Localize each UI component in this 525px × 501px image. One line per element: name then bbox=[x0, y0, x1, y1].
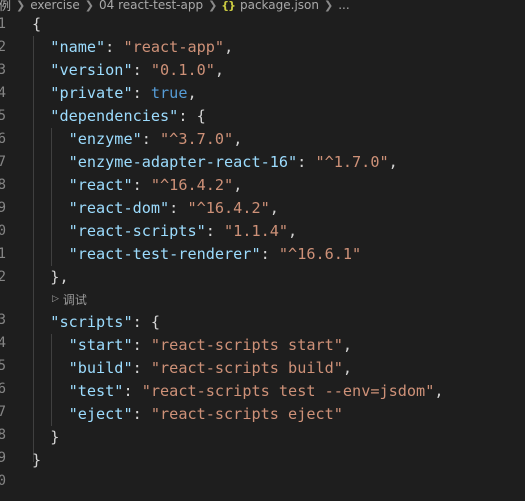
line-number: 20 bbox=[0, 473, 6, 489]
json-string: "1.1.4" bbox=[224, 222, 289, 240]
code-line[interactable]: "test": "react-scripts test --env=jsdom"… bbox=[32, 380, 444, 403]
json-string: "react-scripts eject" bbox=[150, 405, 343, 423]
json-key: "scripts" bbox=[50, 313, 133, 331]
json-key: "dependencies" bbox=[50, 107, 179, 125]
chevron-right-icon: ❯ bbox=[208, 0, 218, 12]
line-number: 19 bbox=[0, 450, 6, 466]
code-line[interactable]: } bbox=[32, 449, 41, 472]
json-string: "react-scripts start" bbox=[150, 336, 343, 354]
code-line[interactable]: "scripts": { bbox=[32, 311, 160, 334]
debug-codelens[interactable]: ▷ 调试 bbox=[52, 289, 87, 309]
json-string: "0.1.0" bbox=[150, 61, 215, 79]
code-line[interactable]: "enzyme-adapter-react-16": "^1.7.0", bbox=[32, 151, 398, 174]
line-number: 10 bbox=[0, 223, 6, 239]
line-number: 18 bbox=[0, 427, 6, 443]
json-key: "eject" bbox=[68, 405, 133, 423]
line-number: 17 bbox=[0, 404, 6, 420]
chevron-right-icon: ❯ bbox=[16, 0, 26, 12]
code-line[interactable]: "build": "react-scripts build", bbox=[32, 357, 353, 380]
code-line[interactable]: "react": "^16.4.2", bbox=[32, 174, 243, 197]
json-key: "version" bbox=[50, 61, 133, 79]
json-string: "^16.4.2" bbox=[150, 176, 234, 194]
line-number: 13 bbox=[0, 312, 6, 328]
json-string: "react-app" bbox=[123, 38, 225, 56]
code-line[interactable]: "name": "react-app", bbox=[32, 36, 233, 59]
json-key: "react" bbox=[68, 176, 133, 194]
json-key: "enzyme-adapter-react-16" bbox=[68, 153, 298, 171]
line-number: 5 bbox=[0, 108, 6, 124]
json-key: "test" bbox=[68, 382, 124, 400]
debug-codelens-label: 调试 bbox=[62, 292, 87, 307]
line-number: 7 bbox=[0, 154, 6, 170]
json-key: "react-scripts" bbox=[68, 222, 206, 240]
code-line[interactable]: "version": "0.1.0", bbox=[32, 59, 224, 82]
breadcrumb: 例 ❯ exercise ❯ 04 react-test-app ❯ {} pa… bbox=[0, 0, 525, 13]
json-key: "build" bbox=[68, 359, 133, 377]
json-brace: } bbox=[32, 451, 42, 469]
line-number: 14 bbox=[0, 335, 6, 351]
code-line[interactable]: "private": true, bbox=[32, 82, 196, 105]
code-line[interactable]: { bbox=[32, 13, 41, 36]
json-boolean: true bbox=[150, 84, 188, 102]
json-string: "react-scripts build" bbox=[150, 359, 343, 377]
line-number: 4 bbox=[0, 85, 6, 101]
code-line[interactable]: "eject": "react-scripts eject" bbox=[32, 403, 343, 426]
line-number: 9 bbox=[0, 200, 6, 216]
json-string: "^16.4.2" bbox=[187, 199, 270, 217]
code-line[interactable]: "start": "react-scripts start", bbox=[32, 334, 353, 357]
json-file-icon: {} bbox=[221, 0, 236, 12]
json-key: "private" bbox=[50, 84, 133, 102]
line-number: 6 bbox=[0, 131, 6, 147]
json-key: "enzyme" bbox=[68, 130, 142, 148]
json-string: "^1.7.0" bbox=[315, 153, 389, 171]
json-key: "react-test-renderer" bbox=[68, 245, 261, 263]
json-key: "start" bbox=[68, 336, 133, 354]
breadcrumb-item-more[interactable]: ... bbox=[337, 0, 350, 12]
json-brace: } bbox=[50, 428, 60, 446]
line-number: 2 bbox=[0, 39, 6, 55]
code-line[interactable]: "react-dom": "^16.4.2", bbox=[32, 197, 279, 220]
line-number: 8 bbox=[0, 177, 6, 193]
json-key: "name" bbox=[50, 38, 106, 56]
line-number: 15 bbox=[0, 358, 6, 374]
code-line[interactable]: "enzyme": "^3.7.0", bbox=[32, 128, 243, 151]
breadcrumb-item-root[interactable]: 例 bbox=[0, 0, 12, 13]
json-string: "react-scripts test --env=jsdom" bbox=[141, 382, 435, 400]
line-number: 12 bbox=[0, 269, 6, 285]
play-triangle-icon: ▷ bbox=[52, 294, 59, 304]
code-line[interactable]: } bbox=[32, 426, 59, 449]
json-string: "^3.7.0" bbox=[160, 130, 234, 148]
line-number: 16 bbox=[0, 381, 6, 397]
code-line[interactable]: "dependencies": { bbox=[32, 105, 205, 128]
chevron-right-icon: ❯ bbox=[84, 0, 94, 12]
json-brace: }, bbox=[50, 268, 69, 286]
code-line[interactable]: }, bbox=[32, 266, 69, 289]
line-number: 1 bbox=[0, 16, 6, 32]
line-number: 3 bbox=[0, 62, 6, 78]
code-line[interactable]: "react-test-renderer": "^16.6.1" bbox=[32, 243, 362, 266]
json-key: "react-dom" bbox=[68, 199, 170, 217]
line-number: 11 bbox=[0, 246, 6, 262]
chevron-right-icon: ❯ bbox=[323, 0, 334, 12]
json-brace: { bbox=[32, 15, 42, 33]
code-line[interactable]: "react-scripts": "1.1.4", bbox=[32, 220, 298, 243]
breadcrumb-item-exercise[interactable]: exercise bbox=[29, 0, 81, 12]
breadcrumb-item-project[interactable]: 04 react-test-app bbox=[98, 0, 204, 12]
json-string: "^16.6.1" bbox=[278, 245, 362, 263]
breadcrumb-item-file[interactable]: package.json bbox=[239, 0, 320, 12]
